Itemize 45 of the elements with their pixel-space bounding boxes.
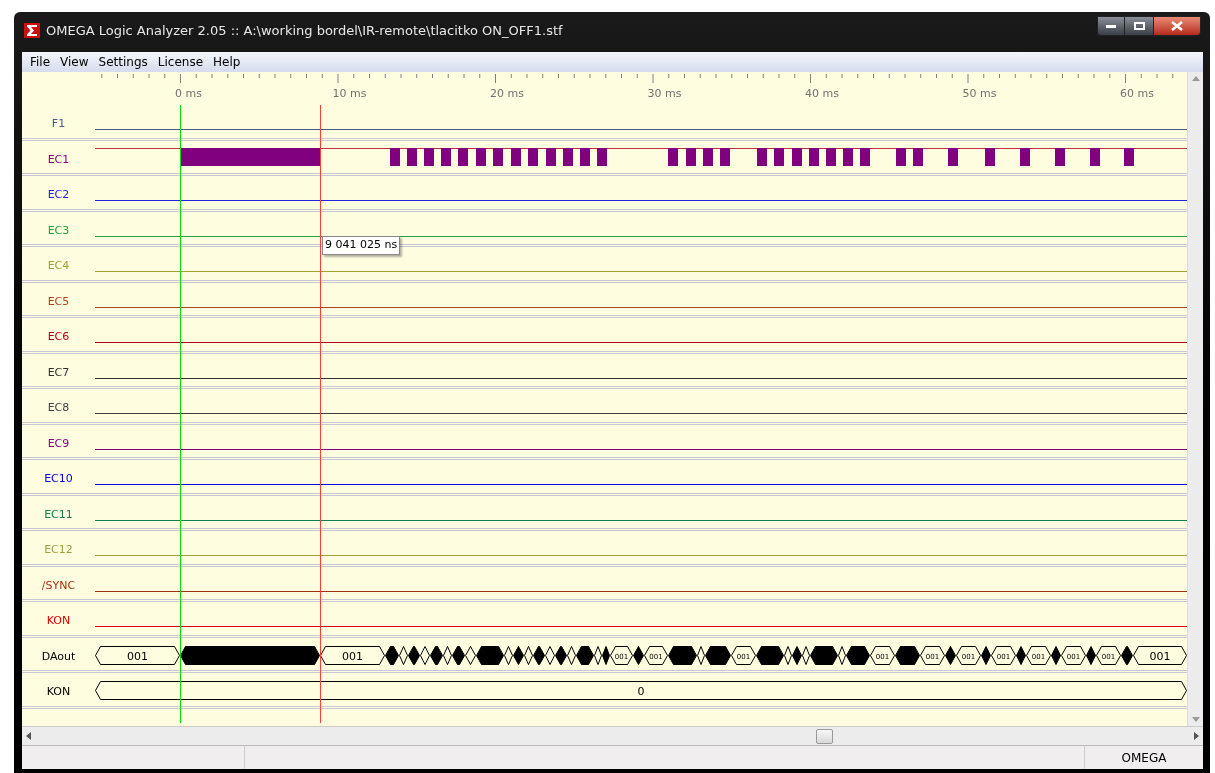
menu-item[interactable]: Help bbox=[208, 53, 246, 71]
channel-label: EC6 bbox=[47, 330, 70, 343]
channel-label: EC11 bbox=[44, 507, 73, 521]
channel-label: DAout bbox=[41, 649, 76, 663]
channel-label: EC1 bbox=[47, 152, 70, 166]
menu-item[interactable]: Settings bbox=[93, 53, 153, 71]
minimize-button[interactable] bbox=[1097, 16, 1125, 36]
ruler-label: 20 ms bbox=[490, 87, 524, 100]
menu-item[interactable]: License bbox=[152, 53, 209, 71]
channel-label: EC2 bbox=[47, 188, 70, 201]
bus-value: 001 bbox=[1149, 649, 1171, 663]
channel-label: KON bbox=[46, 685, 71, 698]
bus-value: 001 bbox=[342, 649, 363, 663]
cursor-time-tooltip: 9 041 025 ns bbox=[322, 236, 401, 255]
channel-label: EC8 bbox=[47, 401, 70, 414]
ruler-label: 40 ms bbox=[805, 87, 839, 100]
menu-item[interactable]: View bbox=[55, 53, 94, 71]
channel-label: EC4 bbox=[47, 259, 70, 272]
channel-label: F1 bbox=[51, 117, 66, 130]
bus-value: 001 bbox=[127, 649, 148, 663]
ruler-label: 50 ms bbox=[962, 87, 997, 100]
app-logo-icon bbox=[24, 23, 40, 39]
scroll-left-icon[interactable] bbox=[26, 732, 31, 740]
ruler-label: 60 ms bbox=[1120, 87, 1154, 100]
bus-value: 0 bbox=[637, 685, 645, 698]
channel-label: /SYNC bbox=[41, 578, 76, 592]
close-icon bbox=[1171, 21, 1183, 31]
scroll-right-icon[interactable] bbox=[1194, 732, 1199, 740]
ruler-label: 10 ms bbox=[332, 87, 367, 100]
ruler-label: 30 ms bbox=[647, 87, 682, 100]
channel-label: EC5 bbox=[47, 294, 70, 308]
menu-item[interactable]: File bbox=[25, 53, 56, 71]
channel-label: EC12 bbox=[44, 543, 73, 556]
maximize-button[interactable] bbox=[1125, 16, 1153, 36]
close-button[interactable] bbox=[1153, 16, 1201, 36]
scrollbar-thumb[interactable] bbox=[816, 729, 833, 744]
channel-label: KON bbox=[46, 614, 71, 627]
status-text: OMEGA bbox=[1121, 749, 1167, 767]
horizontal-scrollbar[interactable] bbox=[22, 726, 1203, 745]
window-title: OMEGA Logic Analyzer 2.05 :: A:\working bordel\IR-remote\tlacitko ON_OFF1.stf bbox=[46, 22, 563, 40]
channel-label: EC9 bbox=[47, 436, 70, 450]
channel-label: EC7 bbox=[47, 365, 70, 379]
ruler-label: 0 ms bbox=[175, 87, 202, 100]
channel-label: EC3 bbox=[47, 223, 70, 237]
channel-label: EC10 bbox=[44, 472, 73, 485]
